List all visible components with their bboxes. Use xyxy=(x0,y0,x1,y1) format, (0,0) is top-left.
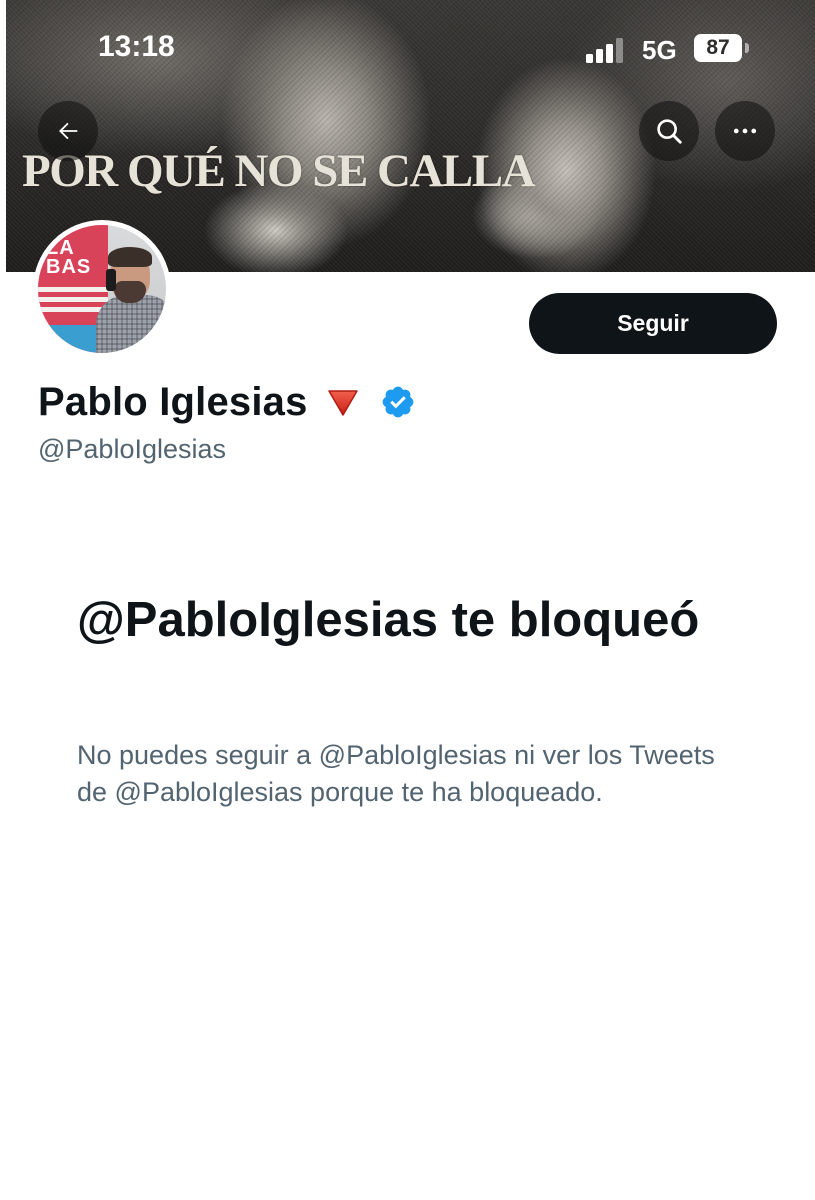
banner-headline: POR QUÉ NO SE CALLA xyxy=(22,145,536,197)
search-icon xyxy=(657,119,682,144)
verified-badge-icon xyxy=(382,386,413,418)
follow-button[interactable]: Seguir xyxy=(529,293,777,354)
avatar[interactable]: LA BAS xyxy=(33,220,171,358)
red-triangle-down-icon xyxy=(327,390,358,416)
display-name: Pablo Iglesias xyxy=(38,379,308,424)
back-button[interactable] xyxy=(38,101,98,161)
blocked-title: @PabloIglesias te bloqueó xyxy=(77,593,700,647)
network-type: 5G xyxy=(642,35,677,65)
more-options-button[interactable] xyxy=(715,101,775,161)
battery-level: 87 xyxy=(706,36,730,59)
signal-icon xyxy=(586,37,628,63)
blocked-description: No puedes seguir a @PabloIglesias ni ver… xyxy=(77,740,715,807)
arrow-left-icon xyxy=(59,122,78,140)
avatar-photo: LA BAS xyxy=(38,225,166,353)
battery-icon: 87 xyxy=(694,34,742,62)
status-time: 13:18 xyxy=(98,30,175,63)
profile-name-row: Pablo Iglesias xyxy=(38,376,416,428)
profile-handle: @PabloIglesias xyxy=(38,434,227,464)
battery-cap xyxy=(745,43,749,53)
search-button[interactable] xyxy=(639,101,699,161)
more-horizontal-icon xyxy=(733,128,757,134)
